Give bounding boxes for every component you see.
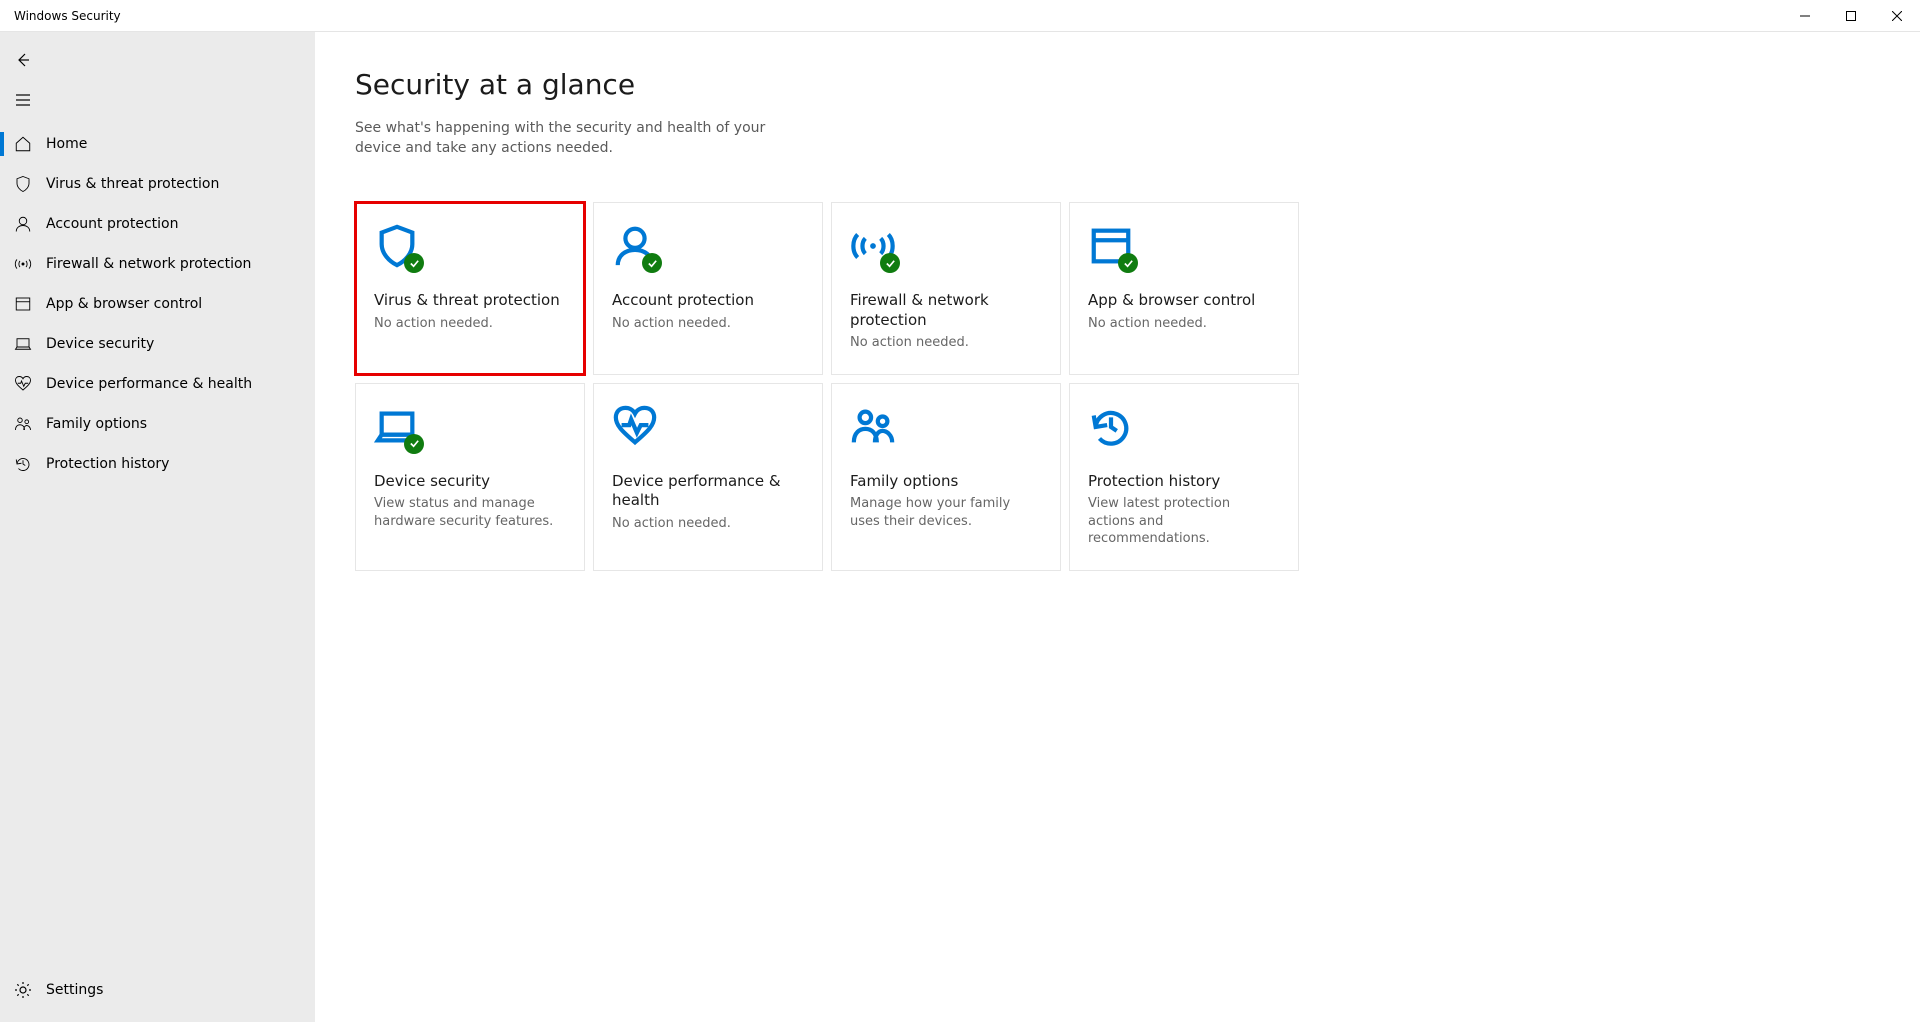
tile-history[interactable]: Protection history View latest protectio… [1069,383,1299,571]
laptop-icon [14,335,32,353]
tile-family[interactable]: Family options Manage how your family us… [831,383,1061,571]
tile-subtitle: No action needed. [612,315,804,333]
page-title: Security at a glance [355,68,1880,101]
browser-icon [14,295,32,313]
sidebar-item-label: Home [46,136,87,152]
tile-laptop[interactable]: Device security View status and manage h… [355,383,585,571]
app-title: Windows Security [14,9,121,23]
tile-title: Protection history [1088,472,1280,492]
heart-icon [14,375,32,393]
sidebar-item-label: Device security [46,336,154,352]
page-subtitle: See what's happening with the security a… [355,119,785,158]
sidebar-item-label: App & browser control [46,296,202,312]
sidebar-item-label: Protection history [46,456,169,472]
tile-subtitle: No action needed. [850,334,1042,352]
sidebar-item-laptop[interactable]: Device security [0,324,315,364]
gear-icon [14,981,32,999]
tile-title: Device security [374,472,566,492]
person-icon [14,215,32,233]
sidebar-item-label: Device performance & health [46,376,252,392]
titlebar: Windows Security [0,0,1920,32]
tile-subtitle: View status and manage hardware security… [374,495,566,530]
history-icon [14,455,32,473]
settings-label: Settings [46,982,103,998]
sidebar-item-label: Virus & threat protection [46,176,219,192]
minimize-button[interactable] [1782,0,1828,31]
signal-icon [14,255,32,273]
maximize-button[interactable] [1828,0,1874,31]
family-icon [850,404,1042,454]
tile-heart[interactable]: Device performance & health No action ne… [593,383,823,571]
tile-signal[interactable]: Firewall & network protection No action … [831,202,1061,375]
home-icon [14,135,32,153]
tile-title: Family options [850,472,1042,492]
sidebar-item-signal[interactable]: Firewall & network protection [0,244,315,284]
family-icon [14,415,32,433]
tile-title: Account protection [612,291,804,311]
laptop-icon [374,404,566,454]
tile-title: App & browser control [1088,291,1280,311]
sidebar: Home Virus & threat protection Account pro… [0,32,315,1022]
main-content: Security at a glance See what's happenin… [315,32,1920,1022]
sidebar-item-label: Family options [46,416,147,432]
sidebar-item-family[interactable]: Family options [0,404,315,444]
tile-subtitle: No action needed. [612,515,804,533]
sidebar-item-label: Account protection [46,216,179,232]
tile-title: Virus & threat protection [374,291,566,311]
tile-subtitle: No action needed. [1088,315,1280,333]
settings-button[interactable]: Settings [0,970,315,1010]
back-button[interactable] [0,40,315,80]
person-icon [612,223,804,273]
sidebar-item-browser[interactable]: App & browser control [0,284,315,324]
tile-person[interactable]: Account protection No action needed. [593,202,823,375]
tile-browser[interactable]: App & browser control No action needed. [1069,202,1299,375]
sidebar-item-history[interactable]: Protection history [0,444,315,484]
tile-subtitle: No action needed. [374,315,566,333]
close-button[interactable] [1874,0,1920,31]
tile-subtitle: View latest protection actions and recom… [1088,495,1280,548]
tile-title: Firewall & network protection [850,291,1042,330]
tile-title: Device performance & health [612,472,804,511]
tile-shield[interactable]: Virus & threat protection No action need… [355,202,585,375]
shield-icon [374,223,566,273]
signal-icon [850,223,1042,273]
sidebar-item-label: Firewall & network protection [46,256,251,272]
sidebar-item-person[interactable]: Account protection [0,204,315,244]
sidebar-item-heart[interactable]: Device performance & health [0,364,315,404]
heart-icon [612,404,804,454]
window-controls [1782,0,1920,31]
tile-subtitle: Manage how your family uses their device… [850,495,1042,530]
sidebar-item-home[interactable]: Home [0,124,315,164]
history-icon [1088,404,1280,454]
hamburger-button[interactable] [0,80,315,120]
shield-icon [14,175,32,193]
browser-icon [1088,223,1280,273]
sidebar-item-shield[interactable]: Virus & threat protection [0,164,315,204]
